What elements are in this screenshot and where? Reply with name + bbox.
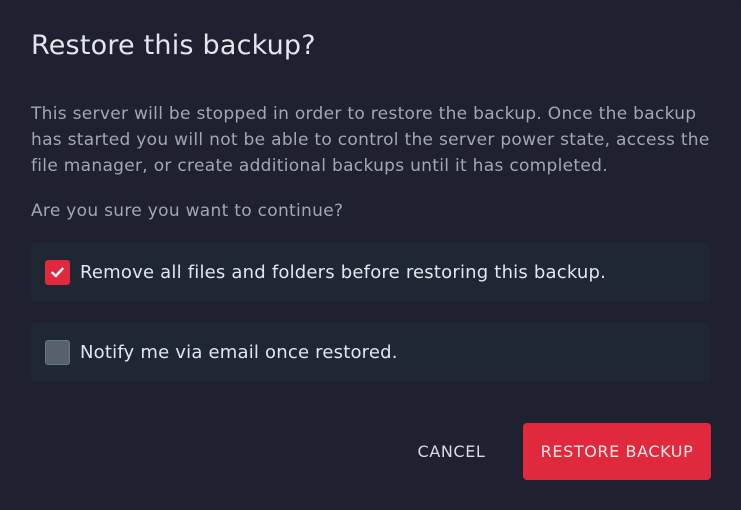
option-remove-files[interactable]: Remove all files and folders before rest… [31,243,710,302]
check-icon [51,267,64,278]
remove-files-label: Remove all files and folders before rest… [80,262,607,283]
dialog-description: This server will be stopped in order to … [31,104,710,176]
cancel-button[interactable]: CANCEL [398,423,505,480]
dialog-title: Restore this backup? [31,30,316,61]
notify-email-label: Notify me via email once restored. [80,342,398,363]
restore-backup-button[interactable]: RESTORE BACKUP [523,423,711,480]
option-notify-email[interactable]: Notify me via email once restored. [31,323,710,382]
restore-backup-dialog: Restore this backup? This server will be… [0,0,741,510]
remove-files-checkbox[interactable] [45,260,70,285]
notify-email-checkbox[interactable] [45,340,70,365]
confirm-question: Are you sure you want to continue? [31,201,344,221]
